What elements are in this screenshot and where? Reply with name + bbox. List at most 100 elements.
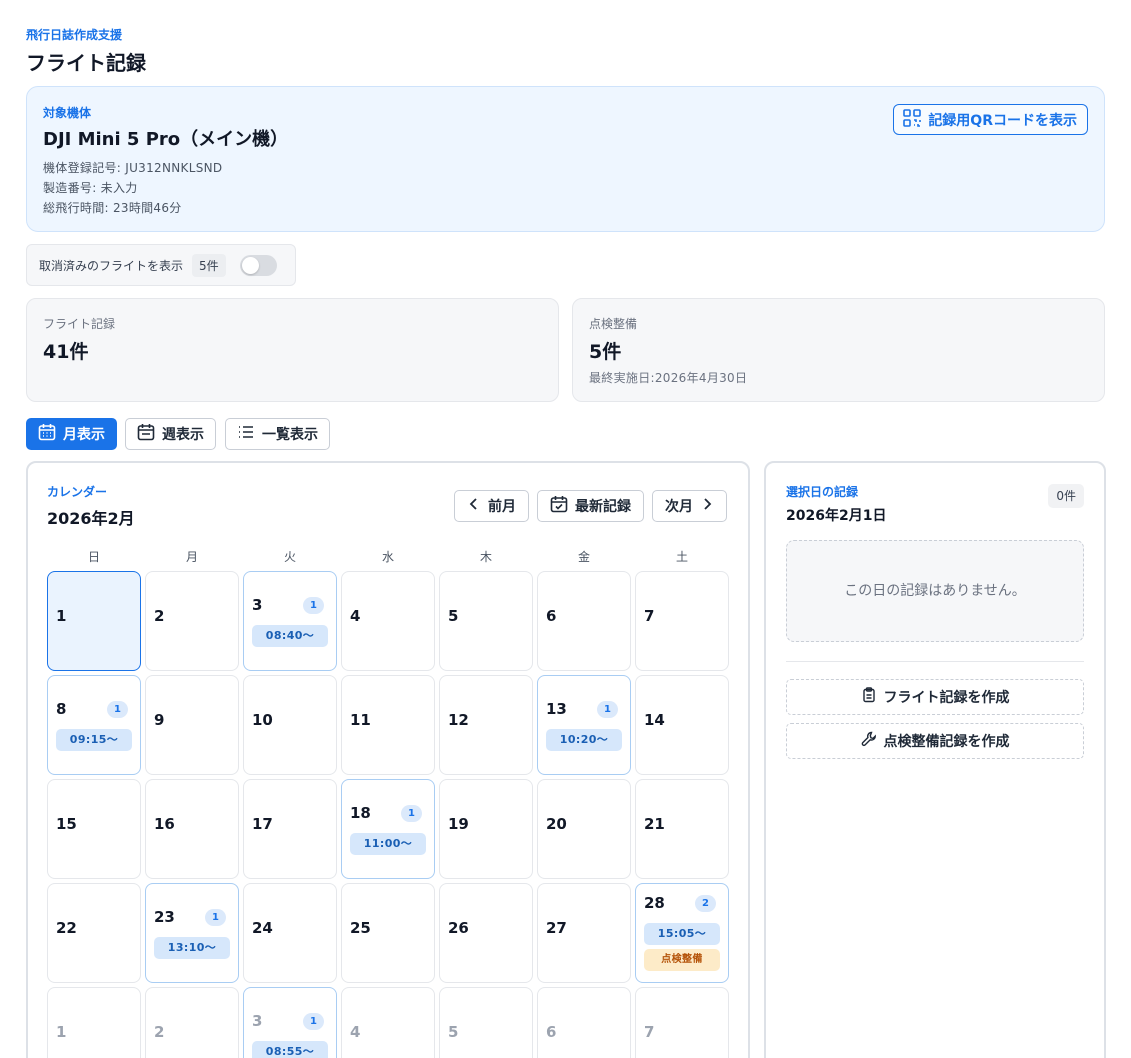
flight-stat-value: 41件 <box>43 341 89 363</box>
calendar-day[interactable]: 5 <box>439 987 533 1058</box>
calendar-day[interactable]: 7 <box>635 987 729 1058</box>
clipboard-icon <box>861 687 877 707</box>
calendar-day[interactable]: 3 1 08:55〜 <box>243 987 337 1058</box>
day-number: 16 <box>154 815 175 833</box>
calendar-day[interactable]: 4 <box>341 987 435 1058</box>
day-number: 1 <box>56 1023 67 1041</box>
show-qr-button[interactable]: 記録用QRコードを表示 <box>893 104 1088 135</box>
calendar-day[interactable]: 5 <box>439 571 533 671</box>
tab-month-view[interactable]: 月表示 <box>26 418 117 450</box>
tab-list-label: 一覧表示 <box>262 427 318 443</box>
create-flight-record-label: フライト記録を作成 <box>883 690 1010 706</box>
calendar-day[interactable]: 7 <box>635 571 729 671</box>
day-number: 9 <box>154 711 165 729</box>
calendar-day[interactable]: 2 <box>145 571 239 671</box>
qr-code-icon <box>903 108 922 131</box>
tab-list-view[interactable]: 一覧表示 <box>225 418 330 450</box>
calendar-day[interactable]: 10 <box>243 675 337 775</box>
latest-record-button[interactable]: 最新記録 <box>537 490 644 522</box>
day-number: 18 <box>350 804 371 822</box>
day-number: 11 <box>350 711 371 729</box>
day-number: 14 <box>644 711 665 729</box>
calendar-label: カレンダー <box>47 485 108 499</box>
day-number: 2 <box>154 1023 165 1041</box>
calendar-day[interactable]: 4 <box>341 571 435 671</box>
calendar-check-icon <box>550 495 568 517</box>
chevron-right-icon <box>700 497 714 515</box>
calendar-day[interactable]: 21 <box>635 779 729 879</box>
maintenance-chip[interactable]: 点検整備 <box>644 949 720 971</box>
create-maintenance-record-button[interactable]: 点検整備記録を作成 <box>786 723 1084 759</box>
toggle-knob <box>241 256 259 274</box>
aircraft-total-time: 総飛行時間: 23時間46分 <box>43 201 182 215</box>
calendar-day[interactable]: 22 <box>47 883 141 983</box>
selected-day-panel: 選択日の記録 2026年2月1日 0件 この日の記録はありません。 フライト記録… <box>764 461 1106 1058</box>
day-number: 6 <box>546 1023 557 1041</box>
day-number: 21 <box>644 815 665 833</box>
calendar-day[interactable]: 14 <box>635 675 729 775</box>
calendar-day[interactable]: 1 <box>47 987 141 1058</box>
flight-stat-label: フライト記録 <box>43 317 116 331</box>
calendar-day[interactable]: 27 <box>537 883 631 983</box>
aircraft-registration: 機体登録記号: JU312NNKLSND <box>43 161 223 175</box>
flight-time-chip[interactable]: 15:05〜 <box>644 923 720 945</box>
calendar-day[interactable]: 16 <box>145 779 239 879</box>
day-number: 4 <box>350 1023 361 1041</box>
day-number: 3 <box>252 596 263 614</box>
calendar-day[interactable]: 11 <box>341 675 435 775</box>
day-record-count-badge: 1 <box>107 701 128 718</box>
calendar-day[interactable]: 6 <box>537 987 631 1058</box>
calendar-day[interactable]: 25 <box>341 883 435 983</box>
cancelled-toggle-switch[interactable] <box>239 254 277 276</box>
next-month-button[interactable]: 次月 <box>652 490 727 522</box>
calendar-day[interactable]: 26 <box>439 883 533 983</box>
calendar-day[interactable]: 13 1 10:20〜 <box>537 675 631 775</box>
day-number: 17 <box>252 815 273 833</box>
calendar-day[interactable]: 23 1 13:10〜 <box>145 883 239 983</box>
flight-time-chip[interactable]: 08:40〜 <box>252 625 328 647</box>
day-number: 10 <box>252 711 273 729</box>
flight-time-chip[interactable]: 10:20〜 <box>546 729 622 751</box>
weekday-label: 日 <box>87 550 100 564</box>
aircraft-serial: 製造番号: 未入力 <box>43 181 138 195</box>
flight-time-chip[interactable]: 09:15〜 <box>56 729 132 751</box>
flight-time-chip[interactable]: 11:00〜 <box>350 833 426 855</box>
day-record-count-badge: 1 <box>401 805 422 822</box>
calendar-month: 2026年2月 <box>47 509 135 528</box>
prev-month-button[interactable]: 前月 <box>454 490 529 522</box>
cancelled-toggle-label: 取消済みのフライトを表示 <box>39 258 184 273</box>
weekday-label: 木 <box>479 550 492 564</box>
cancelled-toggle-row: 取消済みのフライトを表示 5件 <box>26 244 296 286</box>
calendar-day[interactable]: 1 <box>47 571 141 671</box>
flight-time-chip[interactable]: 08:55〜 <box>252 1041 328 1058</box>
calendar-day[interactable]: 2 <box>145 987 239 1058</box>
flight-time-chip[interactable]: 13:10〜 <box>154 937 230 959</box>
calendar-day[interactable]: 19 <box>439 779 533 879</box>
day-record-count-badge: 1 <box>205 909 226 926</box>
divider <box>786 661 1084 662</box>
calendar-day[interactable]: 9 <box>145 675 239 775</box>
tab-week-view[interactable]: 週表示 <box>125 418 216 450</box>
calendar-day[interactable]: 12 <box>439 675 533 775</box>
calendar-day[interactable]: 8 1 09:15〜 <box>47 675 141 775</box>
calendar-day[interactable]: 6 <box>537 571 631 671</box>
maintenance-stat-label: 点検整備 <box>589 317 638 331</box>
calendar-day[interactable]: 20 <box>537 779 631 879</box>
day-number: 5 <box>448 607 459 625</box>
calendar-day[interactable]: 17 <box>243 779 337 879</box>
calendar-day[interactable]: 3 1 08:40〜 <box>243 571 337 671</box>
selected-day-count-badge: 0件 <box>1048 484 1084 508</box>
calendar-panel: カレンダー 2026年2月 前月 最新記録 次月 日月火水木金土 1 2 3 1 08:… <box>26 461 750 1058</box>
maintenance-last-date: 最終実施日:2026年4月30日 <box>589 371 748 385</box>
calendar-day[interactable]: 24 <box>243 883 337 983</box>
calendar-day[interactable]: 15 <box>47 779 141 879</box>
calendar-day[interactable]: 18 1 11:00〜 <box>341 779 435 879</box>
weekday-label: 金 <box>577 550 590 564</box>
empty-state-message: この日の記録はありません。 <box>786 540 1084 642</box>
create-flight-record-button[interactable]: フライト記録を作成 <box>786 679 1084 715</box>
calendar-day[interactable]: 28 2 15:05〜 点検整備 <box>635 883 729 983</box>
list-icon <box>237 423 255 445</box>
calendar-week-icon <box>137 423 155 445</box>
weekday-label: 土 <box>675 550 688 564</box>
app-subtitle: 飛行日誌作成支援 <box>26 28 123 42</box>
